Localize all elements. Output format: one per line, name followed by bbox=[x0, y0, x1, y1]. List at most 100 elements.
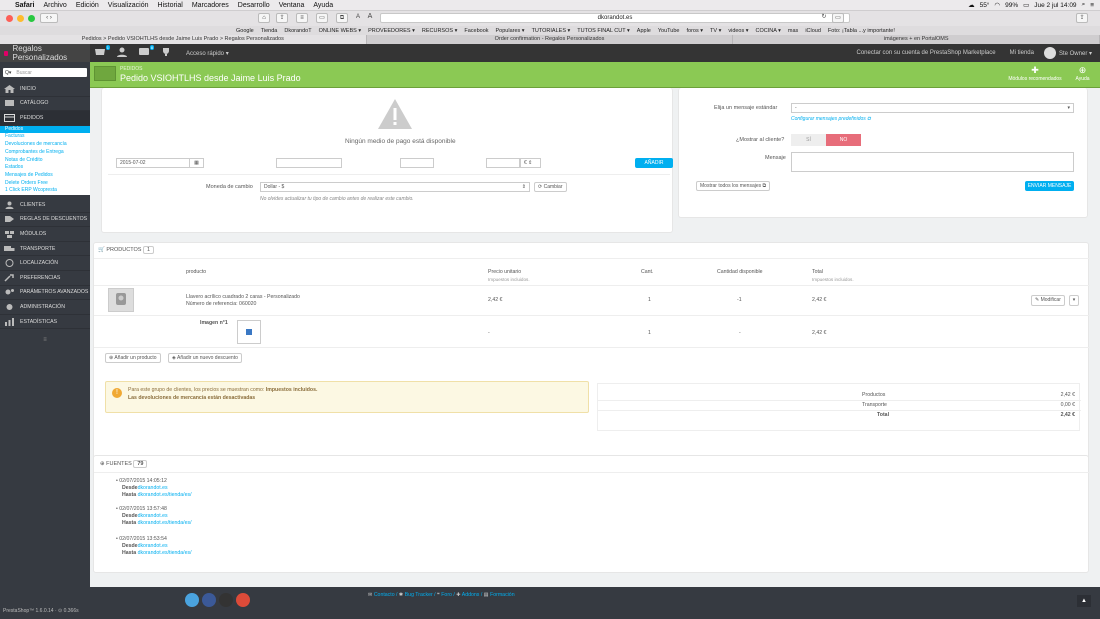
sidebar-item-administracion[interactable]: ADMINISTRACIÓN bbox=[0, 300, 90, 315]
bookmark[interactable]: iCloud bbox=[805, 28, 821, 34]
browser-tab[interactable]: Order confirmation - Regalos Personaliza… bbox=[367, 35, 734, 44]
add-discount-button[interactable]: ◈ Añadir un nuevo descuento bbox=[168, 353, 242, 363]
amount-input[interactable] bbox=[486, 158, 520, 168]
currency-change-select[interactable]: Dollar - $ ⇕ bbox=[260, 182, 530, 192]
payment-method-input[interactable] bbox=[276, 158, 342, 168]
change-currency-button[interactable]: ⟳ Cambiar bbox=[534, 182, 567, 192]
sidebar-subitem-erp[interactable]: 1 Click ERP Wcopresta bbox=[0, 187, 90, 195]
browser-tab[interactable]: Pedidos > Pedido VSIOHTLHS desde Jaime L… bbox=[0, 35, 367, 44]
product-name-link[interactable]: Llavero acrílico cuadrado 2 caras - Pers… bbox=[186, 294, 300, 300]
source-to-link[interactable]: dkorandot.es/tienda/es/ bbox=[138, 520, 192, 526]
sidebar-item-localizacion[interactable]: LOCALIZACIÓN bbox=[0, 256, 90, 271]
browser-tab[interactable]: imágenes + en PortalOMS bbox=[733, 35, 1100, 44]
add-product-button[interactable]: ⊕ Añadir un producto bbox=[105, 353, 161, 363]
share-page-icon[interactable]: ⇪ bbox=[1076, 13, 1088, 23]
back-forward-buttons[interactable]: ‹ › bbox=[40, 13, 58, 23]
breadcrumb[interactable]: PEDIDOS bbox=[120, 66, 143, 72]
source-to-link[interactable]: dkorandot.es/tienda/es/ bbox=[138, 492, 192, 498]
source-from-link[interactable]: dkorandot.es bbox=[138, 513, 168, 519]
customization-image[interactable] bbox=[237, 320, 261, 344]
menu-visualizacion[interactable]: Visualización bbox=[108, 2, 149, 9]
shop-logo[interactable]: Regalos Personalizados bbox=[0, 44, 90, 62]
bookmark[interactable]: Apple bbox=[637, 28, 651, 34]
collapse-sidebar-icon[interactable]: ≡ bbox=[0, 337, 90, 343]
close-window-icon[interactable] bbox=[6, 15, 13, 22]
trophy-icon[interactable] bbox=[160, 47, 178, 59]
search-input[interactable]: Buscar bbox=[13, 70, 32, 76]
home-icon[interactable]: ⌂ bbox=[258, 13, 270, 23]
facebook-icon[interactable] bbox=[202, 593, 216, 607]
sidebar-item-parametros[interactable]: PARÁMETROS AVANZADOS bbox=[0, 286, 90, 301]
sidebar-item-estadisticas[interactable]: ESTADÍSTICAS bbox=[0, 315, 90, 330]
product-thumbnail[interactable] bbox=[108, 288, 134, 312]
messages-notification-icon[interactable]: 8 bbox=[138, 45, 156, 59]
bookmark[interactable]: videos ▾ bbox=[728, 28, 748, 34]
font-bigger-button[interactable]: A bbox=[364, 13, 376, 23]
source-to-link[interactable]: dkorandot.es/tienda/es/ bbox=[138, 550, 192, 556]
sidebar-item-descuentos[interactable]: REGLAS DE DESCUENTOS bbox=[0, 213, 90, 228]
twitter-icon[interactable] bbox=[185, 593, 199, 607]
sidebar-item-preferencias[interactable]: PREFERENCIAS bbox=[0, 271, 90, 286]
customers-notification-icon[interactable] bbox=[116, 47, 134, 59]
transaction-id-input[interactable] bbox=[400, 158, 434, 168]
help-button[interactable]: ⊕ Ayuda bbox=[1070, 65, 1095, 82]
bookmark[interactable]: TUTOS FINAL CUT ▾ bbox=[577, 28, 629, 34]
minimize-window-icon[interactable] bbox=[17, 15, 24, 22]
footer-link-training[interactable]: Formación bbox=[490, 592, 515, 598]
bookmark[interactable]: RECURSOS ▾ bbox=[422, 28, 457, 34]
bookmark[interactable]: Populares ▾ bbox=[496, 28, 525, 34]
currency-select[interactable]: € ⇕ bbox=[520, 158, 541, 168]
menu-ayuda[interactable]: Ayuda bbox=[313, 2, 333, 9]
modify-dropdown-button[interactable]: ▾ bbox=[1069, 295, 1079, 306]
show-all-messages-button[interactable]: Mostrar todos los mensajes ⧉ bbox=[696, 181, 771, 191]
bookmark[interactable]: Foto: ¡Tabla ...y importante! bbox=[828, 28, 895, 34]
menu-desarrollo[interactable]: Desarrollo bbox=[238, 2, 270, 9]
sidebar-item-transporte[interactable]: TRANSPORTE bbox=[0, 242, 90, 257]
source-from-link[interactable]: dkorandot.es bbox=[138, 543, 168, 549]
bookmark[interactable]: YouTube bbox=[658, 28, 680, 34]
toggle-no[interactable]: NO bbox=[826, 134, 861, 146]
weather-icon[interactable]: ☁ bbox=[968, 1, 975, 9]
sidebar-item-inicio[interactable]: INICIO bbox=[0, 82, 90, 97]
bookmark[interactable]: Tienda bbox=[261, 28, 278, 34]
address-bar[interactable]: dkorandot.es bbox=[380, 13, 850, 23]
menu-marcadores[interactable]: Marcadores bbox=[192, 2, 229, 9]
menu-edicion[interactable]: Edición bbox=[76, 2, 99, 9]
sidebar-subitem-mensajes[interactable]: Mensajes de Pedidos bbox=[0, 171, 90, 180]
quick-access-menu[interactable]: Acceso rápido ▾ bbox=[186, 50, 229, 57]
sidebar-subitem-devoluciones[interactable]: Devoluciones de mercancía bbox=[0, 141, 90, 149]
bookmark[interactable]: PROVEEDORES ▾ bbox=[368, 28, 415, 34]
recommended-modules-button[interactable]: ✚ Módulos recomendados bbox=[1005, 65, 1065, 82]
bookmark[interactable]: TUTORIALES ▾ bbox=[532, 28, 571, 34]
scroll-top-button[interactable]: ▲ bbox=[1077, 595, 1091, 607]
footer-link-addons[interactable]: Addons bbox=[462, 592, 480, 598]
sidebar-subitem-comprobantes[interactable]: Comprobantes de Entrega bbox=[0, 148, 90, 157]
toggle-yes[interactable]: SÍ bbox=[791, 134, 826, 146]
my-shop-link[interactable]: Mi tienda bbox=[1010, 50, 1034, 56]
calendar-icon[interactable]: ▦ bbox=[189, 158, 204, 168]
add-payment-button[interactable]: AÑADIR bbox=[635, 158, 673, 168]
sidebar-item-pedidos[interactable]: PEDIDOS bbox=[0, 111, 90, 126]
show-customer-toggle[interactable]: SÍ NO bbox=[791, 134, 861, 146]
source-from-link[interactable]: dkorandot.es bbox=[138, 485, 168, 491]
notification-icon[interactable]: ≡ bbox=[1090, 2, 1094, 9]
menu-safari[interactable]: Safari bbox=[15, 2, 34, 9]
clock[interactable]: Jue 2 jul 14:09 bbox=[1034, 2, 1076, 9]
sidebar-item-modulos[interactable]: MÓDULOS bbox=[0, 227, 90, 242]
sidebar-subitem-estados[interactable]: Estados bbox=[0, 164, 90, 172]
battery-icon[interactable]: ▭ bbox=[1023, 1, 1029, 9]
message-textarea[interactable] bbox=[791, 152, 1074, 172]
reload-icon[interactable]: ↻ bbox=[818, 13, 830, 23]
tabs-icon[interactable]: ⧉ bbox=[336, 13, 348, 23]
bookmark[interactable]: Facebook bbox=[464, 28, 488, 34]
bookmark[interactable]: DkorandoT bbox=[284, 28, 311, 34]
menu-historial[interactable]: Historial bbox=[158, 2, 183, 9]
sidebar-subitem-delete-orders[interactable]: Delete Orders Free bbox=[0, 179, 90, 188]
footer-link-forum[interactable]: Foro bbox=[441, 592, 452, 598]
sidebar-icon[interactable]: ▭ bbox=[316, 13, 328, 23]
github-icon[interactable] bbox=[219, 593, 233, 607]
sidebar-subitem-pedidos[interactable]: Pedidos bbox=[0, 125, 90, 134]
sidebar-item-catalogo[interactable]: CATÁLOGO bbox=[0, 97, 90, 112]
menu-archivo[interactable]: Archivo bbox=[43, 2, 66, 9]
avatar[interactable] bbox=[1043, 47, 1056, 59]
